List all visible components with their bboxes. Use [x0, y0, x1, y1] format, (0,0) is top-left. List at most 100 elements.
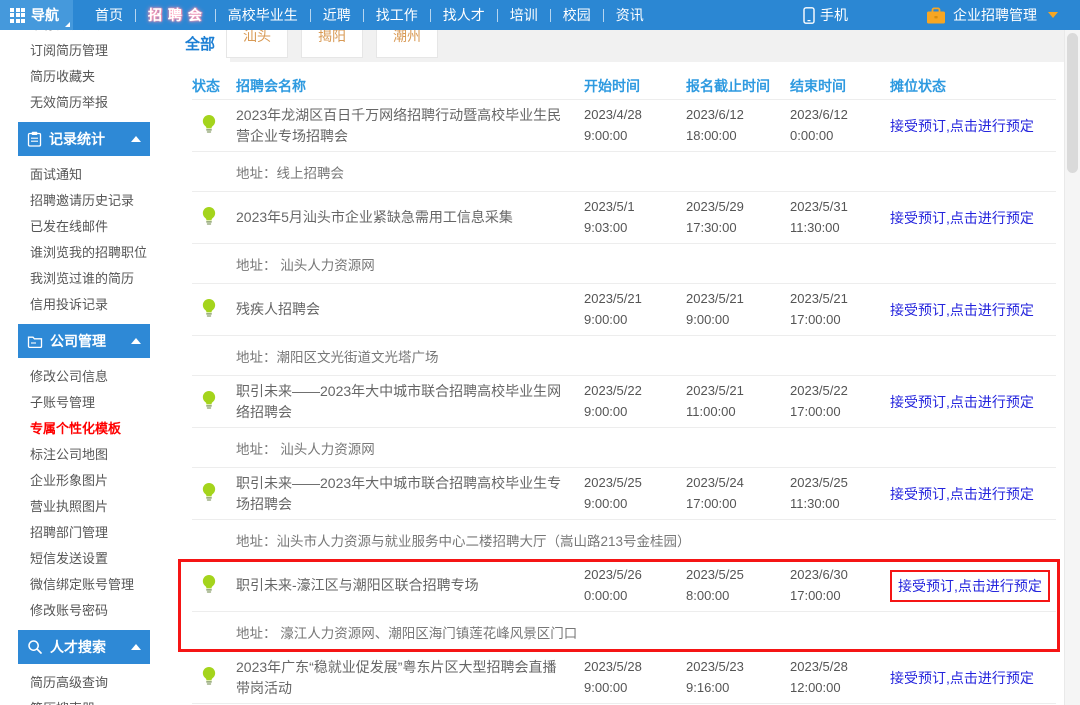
phone-icon [803, 6, 815, 24]
nav-menu: 首页 招 聘 会 高校毕业生 近聘 找工作 找人才 培训 校园 资讯 [83, 5, 656, 25]
sidebar-item-favorites[interactable]: 简历收藏夹 [0, 64, 170, 90]
sidebar-item-advanced-query[interactable]: 简历高级查询 [0, 670, 170, 696]
sidebar-group-resume: 推荐简历列表 订阅简历管理 简历收藏夹 无效简历举报 [0, 30, 170, 116]
nav-item-nearby[interactable]: 近聘 [311, 5, 363, 25]
nav-item-home[interactable]: 首页 [83, 5, 135, 25]
sidebar-item-interview-notice[interactable]: 面试通知 [0, 162, 170, 188]
fair-name[interactable]: 残疾人招聘会 [236, 299, 584, 319]
nav-menu-button[interactable]: 导航 [0, 0, 73, 30]
sidebar-item-sent-mail[interactable]: 已发在线邮件 [0, 214, 170, 240]
collapse-arrow-icon[interactable] [131, 136, 141, 142]
clipboard-icon [27, 131, 42, 147]
fair-row-highlighted: 职引未来-濠江区与潮阳区联合招聘专场 2023/5/26 0:00:00 2023… [178, 559, 1060, 652]
fair-address: 地址：潮阳区文光街道文光塔广场 [192, 336, 1056, 376]
booth-booking-link[interactable]: 接受预订,点击进行预定 [890, 670, 1034, 686]
nav-item-findjob[interactable]: 找工作 [364, 5, 430, 25]
fair-name[interactable]: 职引未来-濠江区与潮阳区联合招聘专场 [236, 575, 584, 595]
main-content: 状态 招聘会名称 开始时间 报名截止时间 结束时间 摊位状态 2023年龙湖区百… [170, 62, 1064, 705]
sidebar-group-records: 面试通知 招聘邀请历史记录 已发在线邮件 谁浏览我的招聘职位 我浏览过谁的简历 … [0, 162, 170, 318]
end-date: 2023/5/31 [790, 199, 848, 215]
fair-table: 状态 招聘会名称 开始时间 报名截止时间 结束时间 摊位状态 2023年龙湖区百… [178, 72, 1060, 704]
booth-booking-link[interactable]: 接受预订,点击进行预定 [890, 210, 1034, 226]
chevron-down-icon [1048, 12, 1058, 18]
booth-booking-link[interactable]: 接受预订,点击进行预定 [890, 118, 1034, 134]
collapse-arrow-icon[interactable] [131, 644, 141, 650]
booth-booking-link[interactable]: 接受预订,点击进行预定 [890, 486, 1034, 502]
nav-item-jobfair[interactable]: 招 聘 会 [136, 5, 215, 25]
lightbulb-icon [202, 574, 216, 593]
sidebar: 推荐简历列表 订阅简历管理 简历收藏夹 无效简历举报 记录统计 面试通知 招聘邀… [0, 30, 170, 705]
sidebar-item-resumes-i-viewed[interactable]: 我浏览过谁的简历 [0, 266, 170, 292]
sidebar-item-dept-management[interactable]: 招聘部门管理 [0, 520, 170, 546]
end-time: 17:00:00 [790, 587, 841, 603]
sidebar-item-who-viewed-jobs[interactable]: 谁浏览我的招聘职位 [0, 240, 170, 266]
lightbulb-icon [202, 298, 216, 317]
sidebar-item-change-password[interactable]: 修改账号密码 [0, 598, 170, 624]
booth-booking-link[interactable]: 接受预订,点击进行预定 [890, 394, 1034, 410]
vertical-scrollbar[interactable] [1064, 30, 1080, 705]
sidebar-section-records[interactable]: 记录统计 [18, 122, 150, 156]
booth-booking-link[interactable]: 接受预订,点击进行预定 [890, 302, 1034, 318]
collapse-arrow-icon[interactable] [131, 338, 141, 344]
mobile-link[interactable]: 手机 [803, 5, 848, 25]
deadline-time: 8:00:00 [686, 587, 730, 603]
end-date: 2023/5/28 [790, 659, 848, 675]
tab-jieyang[interactable]: 揭阳 [301, 30, 363, 58]
sidebar-item-custom-template[interactable]: 专属个性化模板 [0, 416, 170, 442]
lightbulb-icon [202, 666, 216, 685]
sidebar-item-map-marker[interactable]: 标注公司地图 [0, 442, 170, 468]
start-date: 2023/5/25 [584, 475, 642, 491]
sidebar-item-invalid-report[interactable]: 无效简历举报 [0, 90, 170, 116]
fair-name[interactable]: 2023年龙湖区百日千万网络招聘行动暨高校毕业生民营企业专场招聘会 [236, 105, 584, 146]
fair-address: 地址： 汕头人力资源网 [192, 428, 1056, 468]
sidebar-item-license-images[interactable]: 营业执照图片 [0, 494, 170, 520]
fair-address: 地址： 汕头人力资源网 [192, 244, 1056, 284]
end-time: 17:00:00 [790, 311, 841, 327]
tab-shantou[interactable]: 汕头 [226, 30, 288, 58]
deadline-time: 9:00:00 [686, 311, 730, 327]
deadline-date: 2023/5/25 [686, 567, 744, 583]
end-time: 17:00:00 [790, 403, 841, 419]
sidebar-item-company-images[interactable]: 企业形象图片 [0, 468, 170, 494]
sidebar-item-invite-history[interactable]: 招聘邀请历史记录 [0, 188, 170, 214]
nav-item-findtalent[interactable]: 找人才 [431, 5, 497, 25]
nav-right: 手机 企业招聘管理 [803, 5, 1080, 25]
search-icon [28, 640, 42, 654]
fair-name[interactable]: 2023年广东“稳就业促发展”粤东片区大型招聘会直播带岗活动 [236, 657, 584, 698]
sidebar-section-company[interactable]: 公司管理 [18, 324, 150, 358]
tab-chaozhou[interactable]: 潮州 [376, 30, 438, 58]
nav-item-training[interactable]: 培训 [498, 5, 550, 25]
lightbulb-icon [202, 114, 216, 133]
end-date: 2023/5/25 [790, 475, 848, 491]
nav-item-graduates[interactable]: 高校毕业生 [216, 5, 310, 25]
section-records-label: 记录统计 [49, 131, 105, 147]
fair-name[interactable]: 职引未来——2023年大中城市联合招聘高校毕业生网络招聘会 [236, 381, 584, 422]
deadline-time: 11:00:00 [686, 403, 736, 419]
start-time: 9:00:00 [584, 679, 628, 695]
sidebar-item-subaccounts[interactable]: 子账号管理 [0, 390, 170, 416]
deadline-date: 2023/5/21 [686, 383, 744, 399]
fair-name[interactable]: 职引未来——2023年大中城市联合招聘高校毕业生专场招聘会 [236, 473, 584, 514]
tab-all[interactable]: 全部 [170, 30, 230, 62]
sidebar-item-subscription[interactable]: 订阅简历管理 [0, 38, 170, 64]
end-date: 2023/6/12 [790, 107, 848, 123]
col-start: 开始时间 [584, 77, 640, 94]
sidebar-item-wechat-binding[interactable]: 微信绑定账号管理 [0, 572, 170, 598]
fair-name[interactable]: 2023年5月汕头市企业紧缺急需用工信息采集 [236, 207, 584, 227]
scrollbar-thumb[interactable] [1067, 33, 1078, 173]
nav-item-campus[interactable]: 校园 [551, 5, 603, 25]
briefcase-icon [927, 7, 945, 23]
sidebar-item-partial-top[interactable]: 推荐简历列表 [0, 30, 170, 38]
sidebar-item-sms-settings[interactable]: 短信发送设置 [0, 546, 170, 572]
booth-booking-link-highlighted[interactable]: 接受预订,点击进行预定 [890, 569, 1050, 602]
mobile-label: 手机 [820, 7, 848, 23]
end-time: 11:30:00 [790, 219, 840, 235]
sidebar-section-talent-search[interactable]: 人才搜索 [18, 630, 150, 664]
sidebar-item-resume-searcher[interactable]: 简历搜索器 [0, 696, 170, 705]
nav-item-news[interactable]: 资讯 [604, 5, 656, 25]
account-menu[interactable]: 企业招聘管理 [926, 5, 1058, 25]
sidebar-item-edit-company[interactable]: 修改公司信息 [0, 364, 170, 390]
start-date: 2023/5/22 [584, 383, 642, 399]
sidebar-item-credit-complaints[interactable]: 信用投诉记录 [0, 292, 170, 318]
deadline-date: 2023/6/12 [686, 107, 744, 123]
